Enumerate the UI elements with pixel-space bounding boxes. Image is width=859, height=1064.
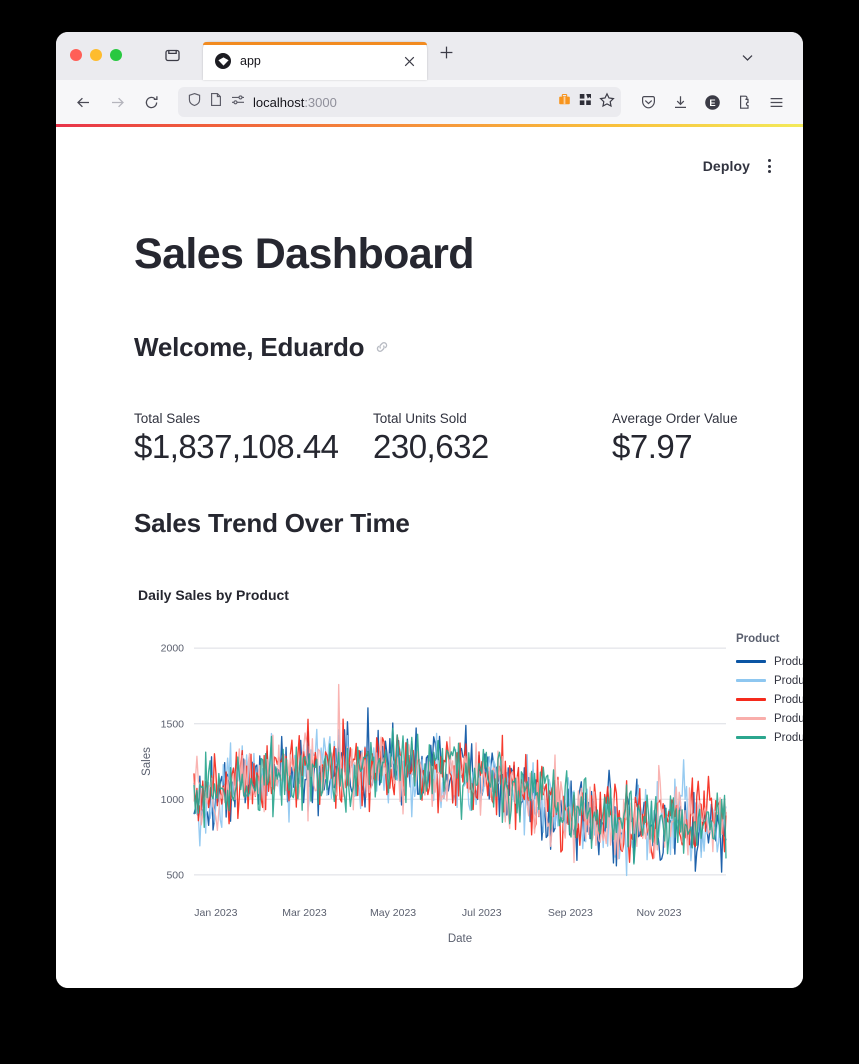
deploy-button[interactable]: Deploy — [703, 158, 750, 174]
legend-label: Product A — [774, 655, 803, 668]
sidebar-toggle-icon[interactable] — [164, 32, 181, 80]
legend-swatch-product-a — [736, 660, 766, 664]
svg-text:500: 500 — [166, 870, 184, 882]
metric-total-units-sold: Total Units Sold 230,632 — [373, 411, 612, 466]
pocket-icon[interactable] — [633, 87, 663, 117]
metric-value: $7.97 — [612, 428, 693, 466]
url-bar-icons — [557, 92, 615, 113]
toolbar-right-icons: E — [633, 87, 791, 117]
kebab-menu-icon[interactable] — [764, 155, 775, 177]
chart-canvas-wrap: 500 1000 1500 2000 Jan 2023 Mar 2023 May 2023 J… — [134, 625, 803, 955]
svg-text:Jul 2023: Jul 2023 — [462, 907, 502, 919]
container-tab-icon[interactable] — [557, 92, 572, 112]
svg-text:Sales: Sales — [141, 747, 153, 776]
downloads-icon[interactable] — [665, 87, 695, 117]
page-content: Deploy Sales Dashboard Welcome, Eduardo — [56, 127, 803, 988]
svg-text:1000: 1000 — [161, 794, 185, 806]
app-grid-icon[interactable] — [578, 92, 593, 112]
legend-swatch-product-e — [736, 736, 766, 740]
shield-icon[interactable] — [187, 92, 202, 112]
svg-text:Sep 2023: Sep 2023 — [548, 907, 593, 919]
legend-item[interactable]: Product C — [736, 690, 803, 709]
tab-strip: app — [56, 32, 803, 80]
forward-button[interactable] — [102, 87, 132, 117]
svg-text:E: E — [709, 97, 715, 108]
url-port: :3000 — [304, 94, 337, 110]
page-title: Sales Dashboard — [134, 230, 475, 278]
legend-swatch-product-b — [736, 679, 766, 683]
tab-title: app — [240, 54, 261, 68]
svg-text:May 2023: May 2023 — [370, 907, 416, 919]
metric-average-order-value: Average Order Value $7.97 — [612, 411, 803, 466]
back-button[interactable] — [68, 87, 98, 117]
svg-text:Jan 2023: Jan 2023 — [194, 907, 237, 919]
window-traffic-lights — [70, 32, 122, 80]
chart-legend: Product Product A Product B Product C — [736, 633, 803, 747]
metric-label: Total Units Sold — [373, 411, 467, 427]
browser-window: app localhost:3000 E Deploy Sales Dashbo… — [56, 32, 803, 988]
metric-value: $1,837,108.44 — [134, 428, 339, 466]
bookmark-star-icon[interactable] — [599, 92, 615, 113]
metric-total-sales: Total Sales $1,837,108.44 — [134, 411, 373, 466]
tab-close-icon[interactable] — [401, 53, 417, 69]
metric-label: Total Sales — [134, 411, 201, 427]
legend-swatch-product-d — [736, 717, 766, 721]
legend-label: Product B — [774, 674, 803, 687]
new-tab-button[interactable] — [439, 32, 454, 80]
tab-list: app — [203, 32, 427, 80]
tracking-protection-icon[interactable] — [230, 93, 246, 112]
svg-text:Date: Date — [448, 933, 472, 945]
window-close-button[interactable] — [70, 49, 82, 61]
legend-label: Product E — [774, 731, 803, 744]
url-bar[interactable]: localhost:3000 — [178, 87, 621, 117]
tab-app[interactable]: app — [203, 42, 427, 80]
legend-swatch-product-c — [736, 698, 766, 702]
welcome-heading: Welcome, Eduardo — [134, 331, 365, 362]
daily-sales-line-chart[interactable]: 500 1000 1500 2000 Jan 2023 Mar 2023 May 2023 J… — [134, 625, 803, 955]
link-icon[interactable] — [374, 339, 390, 355]
url-text[interactable]: localhost:3000 — [253, 95, 550, 110]
url-host: localhost — [253, 94, 305, 110]
svg-text:1500: 1500 — [161, 719, 185, 731]
reader-view-icon[interactable] — [209, 92, 223, 112]
svg-text:Mar 2023: Mar 2023 — [282, 907, 327, 919]
legend-item[interactable]: Product B — [736, 671, 803, 690]
legend-item[interactable]: Product D — [736, 709, 803, 728]
streamlit-favicon — [215, 53, 231, 69]
metric-value: 230,632 — [373, 428, 489, 466]
account-icon[interactable]: E — [697, 87, 727, 117]
main-content: Sales Dashboard Welcome, Eduardo Total S… — [56, 230, 803, 955]
legend-label: Product C — [774, 693, 803, 706]
chart-block: Daily Sales by Product 500 1000 1500 2000 Ja… — [134, 587, 803, 955]
legend-item[interactable]: Product A — [736, 652, 803, 671]
chart-title: Daily Sales by Product — [138, 587, 289, 604]
menu-icon[interactable] — [761, 87, 791, 117]
svg-text:2000: 2000 — [161, 643, 185, 655]
metrics-row: Total Sales $1,837,108.44 Total Units So… — [134, 411, 738, 466]
legend-item[interactable]: Product E — [736, 728, 803, 747]
trend-heading: Sales Trend Over Time — [134, 508, 410, 539]
app-header: Deploy — [56, 127, 803, 183]
window-maximize-button[interactable] — [110, 49, 122, 61]
svg-text:Nov 2023: Nov 2023 — [636, 907, 681, 919]
tab-list-dropdown-icon[interactable] — [740, 50, 755, 70]
welcome-row: Welcome, Eduardo — [134, 310, 725, 384]
window-minimize-button[interactable] — [90, 49, 102, 61]
reload-button[interactable] — [136, 87, 166, 117]
metric-label: Average Order Value — [612, 411, 738, 427]
extensions-icon[interactable] — [729, 87, 759, 117]
legend-title: Product — [736, 633, 780, 646]
legend-label: Product D — [774, 712, 803, 725]
navigation-toolbar: localhost:3000 E — [56, 80, 803, 124]
